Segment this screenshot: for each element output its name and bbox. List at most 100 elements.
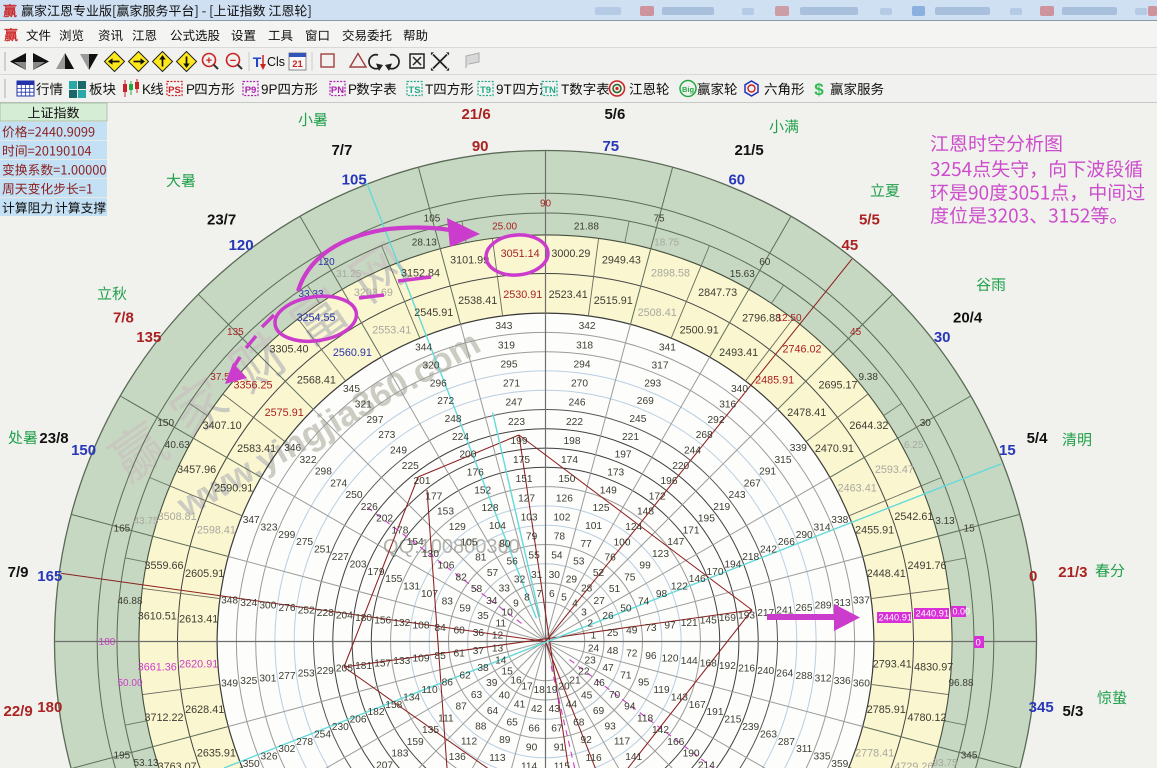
svg-text:302: 302 — [278, 744, 295, 755]
svg-text:75: 75 — [653, 213, 665, 224]
svg-text:275: 275 — [296, 537, 313, 548]
svg-text:87: 87 — [456, 702, 468, 713]
svg-text:3559.66: 3559.66 — [144, 560, 183, 572]
svg-text:53: 53 — [573, 557, 585, 568]
svg-text:115: 115 — [554, 762, 571, 769]
svg-text:41: 41 — [514, 700, 526, 711]
svg-text:4729.26: 4729.26 — [894, 761, 933, 768]
svg-text:247: 247 — [506, 398, 523, 409]
svg-text:81: 81 — [475, 553, 487, 564]
svg-text:2: 2 — [587, 619, 593, 630]
svg-text:172: 172 — [649, 491, 666, 502]
svg-text:348: 348 — [221, 595, 238, 606]
svg-text:105: 105 — [461, 537, 478, 548]
svg-text:165: 165 — [37, 568, 62, 585]
svg-text:182: 182 — [368, 707, 385, 718]
svg-text:129: 129 — [449, 522, 466, 533]
svg-text:30: 30 — [920, 418, 932, 429]
svg-text:106: 106 — [437, 561, 454, 572]
svg-text:198: 198 — [564, 436, 581, 447]
svg-text:17: 17 — [521, 682, 533, 693]
svg-text:3.13: 3.13 — [935, 516, 955, 527]
svg-text:295: 295 — [501, 359, 518, 370]
svg-text:2635.91: 2635.91 — [197, 748, 236, 760]
svg-text:289: 289 — [815, 601, 832, 612]
svg-text:117: 117 — [614, 737, 631, 748]
svg-text:4830.97: 4830.97 — [914, 661, 953, 673]
svg-text:360: 360 — [853, 679, 870, 690]
svg-text:206: 206 — [350, 715, 367, 726]
svg-text:9: 9 — [513, 599, 519, 610]
svg-text:272: 272 — [437, 396, 454, 407]
svg-text:177: 177 — [425, 491, 442, 502]
svg-text:248: 248 — [445, 414, 462, 425]
svg-text:4780.12: 4780.12 — [907, 712, 946, 724]
svg-text:273: 273 — [378, 430, 395, 441]
svg-text:7: 7 — [536, 589, 542, 600]
svg-text:74: 74 — [638, 596, 650, 607]
svg-text:197: 197 — [615, 450, 632, 461]
svg-text:3407.10: 3407.10 — [203, 420, 242, 432]
svg-text:220: 220 — [672, 461, 689, 472]
svg-text:342: 342 — [579, 321, 596, 332]
svg-text:157: 157 — [374, 658, 391, 669]
svg-text:2785.91: 2785.91 — [867, 704, 906, 716]
svg-text:298: 298 — [315, 467, 332, 478]
svg-text:196: 196 — [661, 476, 678, 487]
svg-text:PS: PS — [168, 85, 181, 96]
svg-text:326: 326 — [261, 752, 278, 763]
svg-text:254: 254 — [314, 729, 331, 740]
svg-text:96: 96 — [645, 651, 657, 662]
svg-text:122: 122 — [671, 582, 688, 593]
svg-text:346: 346 — [284, 443, 301, 454]
svg-text:2598.41: 2598.41 — [197, 524, 236, 536]
svg-text:225: 225 — [402, 461, 419, 472]
svg-text:147: 147 — [667, 537, 684, 548]
svg-text:274: 274 — [330, 478, 347, 489]
svg-text:45: 45 — [850, 327, 862, 338]
svg-text:24: 24 — [588, 643, 600, 654]
svg-text:72: 72 — [626, 648, 638, 659]
svg-text:124: 124 — [625, 522, 642, 533]
svg-text:2949.43: 2949.43 — [602, 255, 641, 267]
svg-text:P: P — [348, 82, 357, 97]
svg-text:183: 183 — [391, 749, 408, 760]
svg-text:315: 315 — [775, 455, 792, 466]
svg-text:53.13: 53.13 — [133, 758, 158, 768]
svg-text:287: 287 — [778, 737, 795, 748]
svg-text:T: T — [425, 82, 433, 97]
svg-text:P9: P9 — [245, 85, 257, 96]
svg-text:171: 171 — [683, 525, 700, 536]
svg-text:1: 1 — [591, 631, 597, 642]
svg-text:9T: 9T — [496, 82, 512, 97]
svg-text:2485.91: 2485.91 — [755, 375, 794, 387]
svg-text:149: 149 — [600, 485, 617, 496]
svg-text:239: 239 — [742, 722, 759, 733]
svg-text:345: 345 — [343, 384, 360, 395]
svg-text:341: 341 — [659, 343, 676, 354]
svg-text:2493.41: 2493.41 — [719, 347, 758, 359]
svg-text:35: 35 — [477, 611, 489, 622]
svg-text:49: 49 — [626, 626, 638, 637]
svg-text:267: 267 — [744, 478, 761, 489]
svg-text:3508.81: 3508.81 — [158, 511, 197, 523]
svg-text:3101.99: 3101.99 — [450, 255, 489, 267]
svg-text:230: 230 — [332, 722, 349, 733]
svg-text:23/8: 23/8 — [39, 430, 68, 447]
svg-text:2478.41: 2478.41 — [787, 407, 826, 419]
svg-text:Big: Big — [682, 85, 695, 94]
svg-text:79: 79 — [526, 532, 538, 543]
svg-text:90: 90 — [526, 742, 538, 753]
svg-text:105: 105 — [342, 172, 367, 189]
svg-text:2695.17: 2695.17 — [818, 380, 857, 392]
svg-text:277: 277 — [279, 671, 296, 682]
svg-text:243: 243 — [729, 490, 746, 501]
svg-text:2463.41: 2463.41 — [838, 482, 877, 494]
svg-text:2530.91: 2530.91 — [503, 289, 542, 301]
svg-text:322: 322 — [300, 455, 317, 466]
svg-text:99: 99 — [639, 561, 651, 572]
svg-text:94: 94 — [624, 702, 636, 713]
svg-text:66: 66 — [528, 723, 540, 734]
svg-text:296: 296 — [430, 378, 447, 389]
svg-text:0.00: 0.00 — [953, 607, 971, 617]
